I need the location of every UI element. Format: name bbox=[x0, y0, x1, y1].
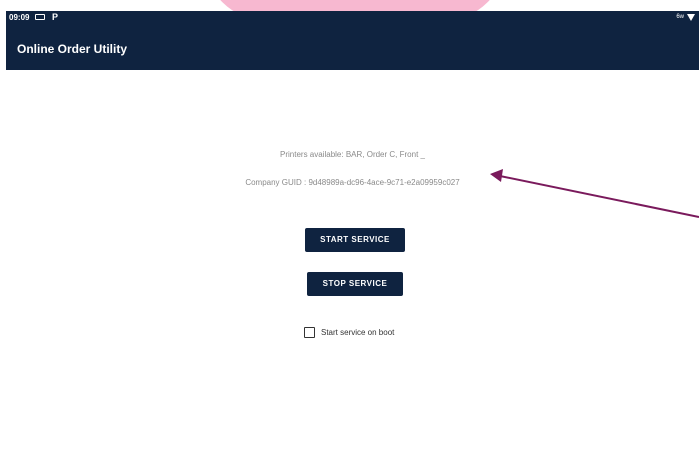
screenshot: 09:09 P 6w Online Order Utility Printers… bbox=[0, 0, 699, 473]
wifi-icon bbox=[687, 14, 695, 21]
start-service-button[interactable]: START SERVICE bbox=[305, 228, 405, 252]
p-icon: P bbox=[52, 12, 59, 22]
notification-icon bbox=[35, 14, 45, 20]
app-title: Online Order Utility bbox=[17, 42, 128, 56]
main-content: Printers available: BAR, Order C, Front … bbox=[6, 70, 699, 473]
status-bar: 09:09 P 6w bbox=[6, 11, 699, 25]
app-header: 09:09 P 6w Online Order Utility bbox=[6, 11, 699, 70]
start-on-boot-label[interactable]: Start service on boot bbox=[321, 328, 394, 337]
stop-service-button[interactable]: STOP SERVICE bbox=[307, 272, 403, 296]
start-on-boot-checkbox[interactable] bbox=[304, 327, 315, 338]
status-time: 09:09 bbox=[9, 13, 30, 22]
company-guid-text: Company GUID : 9d48989a-dc96-4ace-9c71-e… bbox=[245, 178, 460, 187]
signal-indicator: 6w bbox=[676, 14, 684, 20]
device-screen: 09:09 P 6w Online Order Utility Printers… bbox=[6, 11, 699, 473]
printers-available-text: Printers available: BAR, Order C, Front … bbox=[280, 150, 425, 159]
